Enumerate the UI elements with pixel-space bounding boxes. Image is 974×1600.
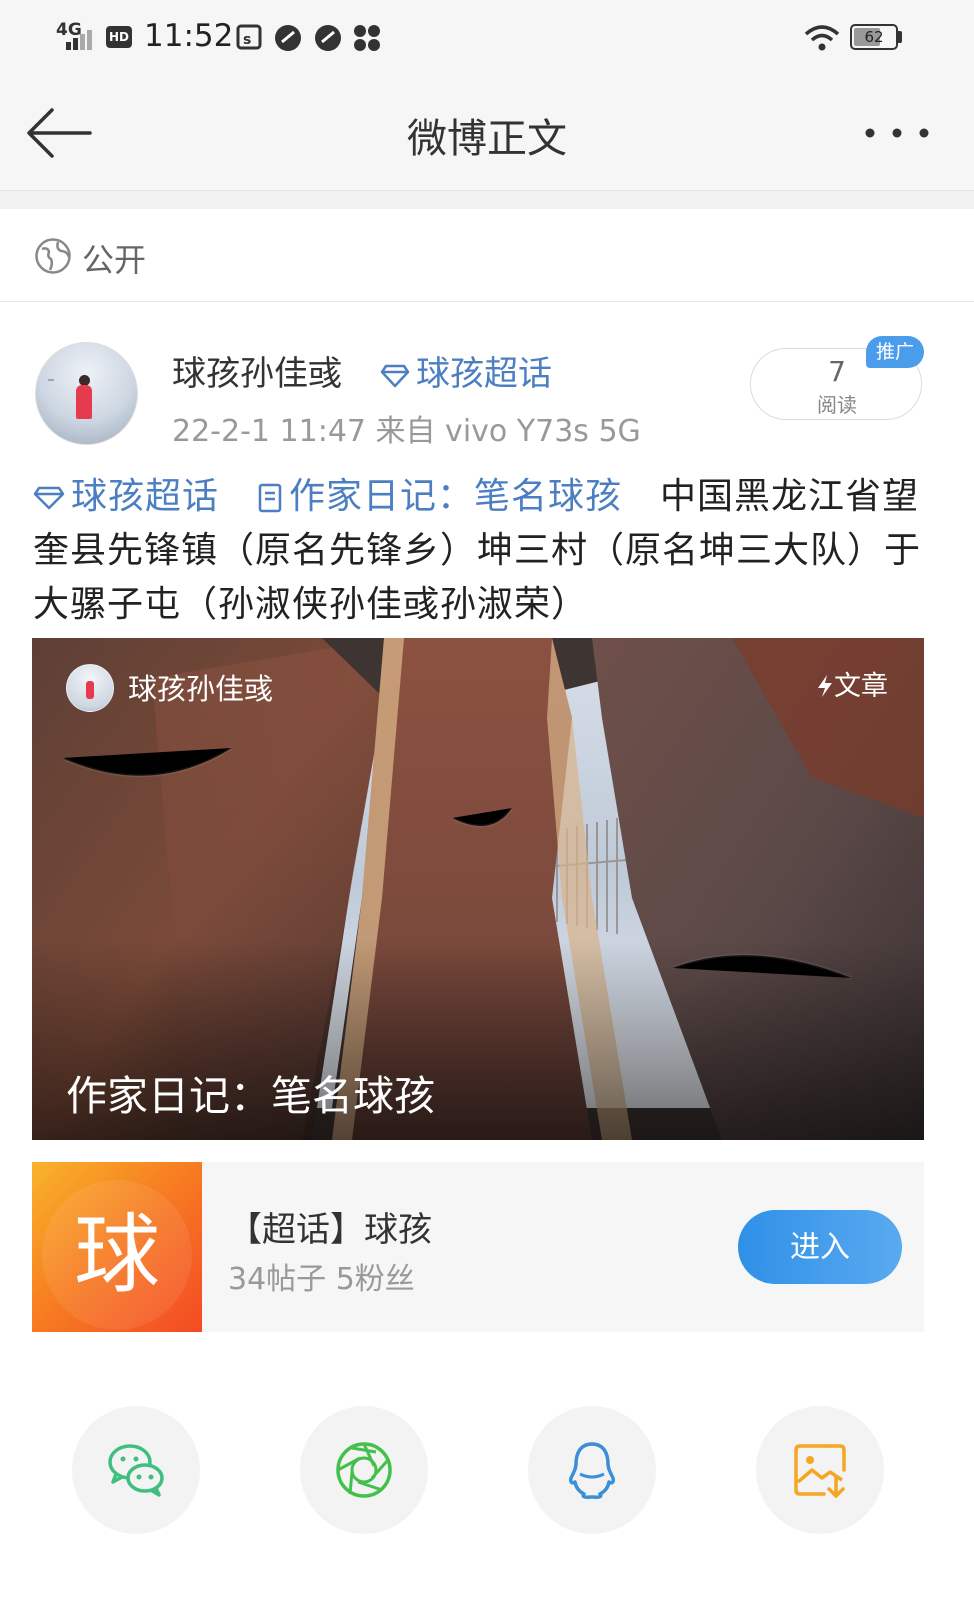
supertopic-link[interactable]: 球孩超话 [380,346,552,395]
moments-icon [336,1442,392,1498]
author-name[interactable]: 球孩孙佳彧 [172,346,342,395]
article-card[interactable]: 球孩孙佳彧 文章 作家日记：笔名球孩 [32,638,924,1140]
wifi-icon [804,25,840,51]
battery-level: 62 [864,28,884,46]
save-image-icon [794,1444,846,1498]
notification-icons: s [236,24,380,51]
diamond-icon [33,486,65,510]
share-qq-button[interactable] [528,1406,656,1534]
battery-icon: 62 [850,24,898,50]
page-title: 微博正文 [407,116,567,162]
signal-icon [66,30,92,50]
lightning-icon [818,675,832,697]
clock: 11:52 [144,18,234,54]
supertopic-card[interactable]: 球 【超话】球孩 34帖子 5粉丝 进入 [32,1162,924,1332]
supertopic-tag[interactable]: 球孩超话 [33,476,219,517]
visibility-row: 公开 [0,209,974,302]
post-meta: 22-2-1 11:47 来自 vivo Y73s 5G [172,414,641,449]
nav-bar: 微博正文 [0,80,974,191]
supertopic-title: 【超话】球孩 [228,1210,432,1250]
diamond-icon [380,364,410,387]
read-label: 阅读 [817,393,857,417]
wechat-icon [108,1444,164,1497]
article-author: 球孩孙佳彧 [128,672,274,706]
share-wechat-button[interactable] [72,1406,200,1534]
article-type: 文章 [816,664,888,703]
visibility-label: 公开 [82,241,147,279]
more-dots-icon[interactable] [862,110,932,156]
article-tag[interactable]: 作家日记：笔名球孩 [257,476,622,517]
article-author-avatar [66,664,114,712]
svg-text:s: s [243,32,251,48]
divider [0,191,974,209]
qq-icon [569,1442,615,1499]
article-title: 作家日记：笔名球孩 [66,1072,435,1120]
post-text: 球孩超话 作家日记：笔名球孩 中国黑龙江省望奎县先锋镇（原名先锋乡）坤三村（原名坤三… [33,470,923,632]
promote-tag[interactable]: 推广 [866,336,924,368]
supertopic-thumb-char: 球 [74,1205,160,1305]
share-moments-button[interactable] [300,1406,428,1534]
avatar[interactable] [35,342,138,445]
supertopic-thumbnail: 球 [32,1162,202,1332]
supertopic-link-label: 球孩超话 [416,354,552,394]
supertopic-stats: 34帖子 5粉丝 [228,1262,415,1297]
hd-badge: HD [106,26,132,48]
status-bar: 4G HD 11:52 s 62 [0,0,974,80]
enter-button[interactable]: 进入 [738,1210,902,1284]
document-icon [258,483,282,513]
globe-icon [35,238,71,274]
save-image-button[interactable] [756,1406,884,1534]
